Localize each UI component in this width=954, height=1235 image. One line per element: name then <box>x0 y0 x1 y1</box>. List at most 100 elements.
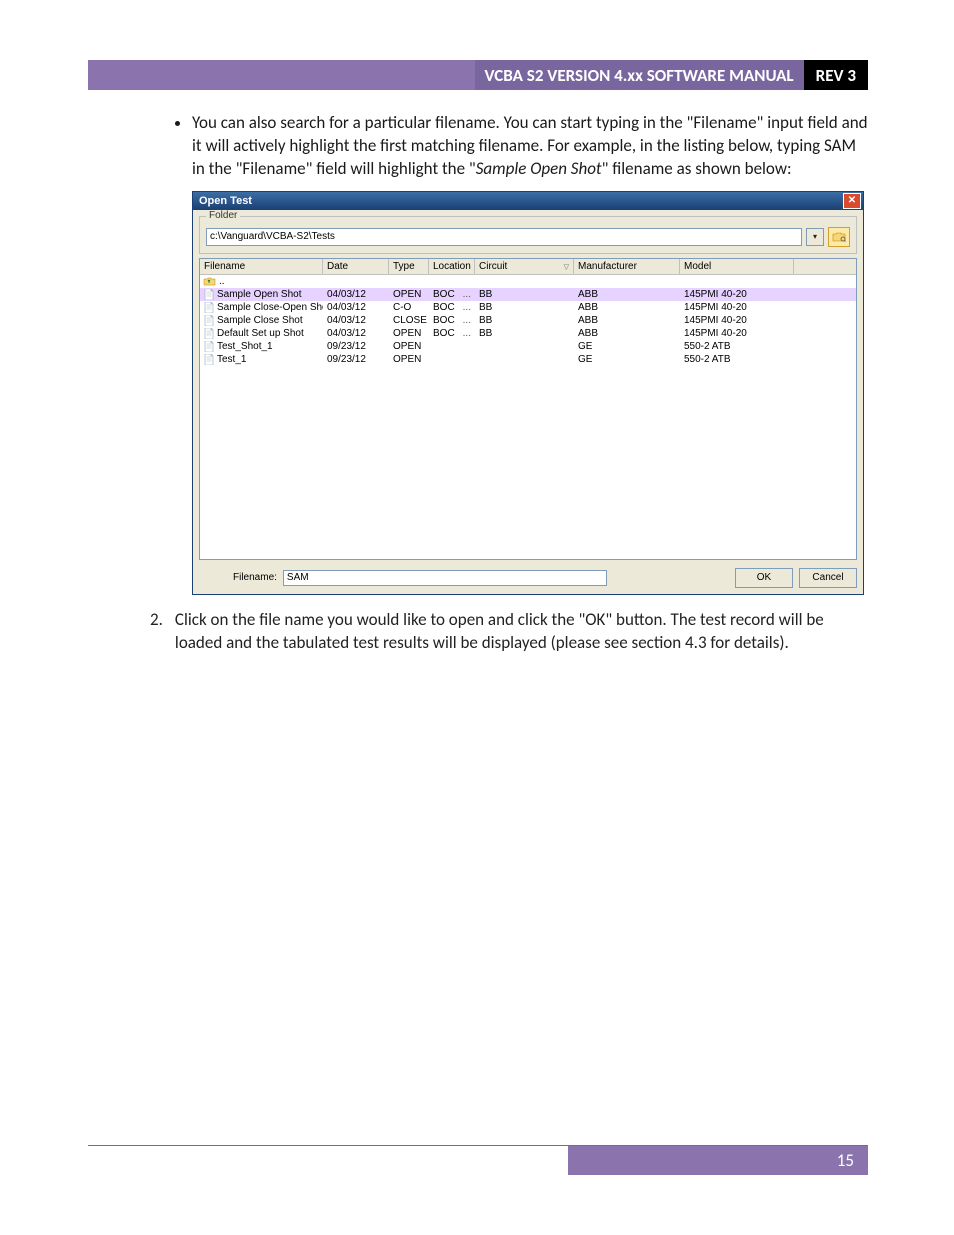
cell: 04/03/12 <box>323 327 389 340</box>
cell-text: 145PMI 40-20 <box>684 328 747 339</box>
file-grid: Filename Date Type Location Circuit ▽ Ma… <box>199 258 857 560</box>
cell-text: 04/03/12 <box>327 289 366 300</box>
folder-path-input[interactable]: c:\Vanguard\VCBA-S2\Tests <box>206 228 802 246</box>
filename-label: Filename: <box>233 572 277 583</box>
dialog-title: Open Test <box>199 195 252 207</box>
cell-text: 04/03/12 <box>327 315 366 326</box>
doc-header: VCBA S2 VERSION 4.xx SOFTWARE MANUAL REV… <box>88 60 868 90</box>
table-row[interactable]: Sample Close Shot04/03/12CLOSEBOC...BBAB… <box>200 314 856 327</box>
cell <box>429 358 475 360</box>
table-row[interactable]: Default Set up Shot04/03/12OPENBOC...BBA… <box>200 327 856 340</box>
cell: GE <box>574 340 680 353</box>
col-header-manufacturer[interactable]: Manufacturer <box>574 259 680 274</box>
col-header-location[interactable]: Location <box>429 259 475 274</box>
cell: BB <box>475 288 574 301</box>
cell <box>475 358 574 360</box>
content: You can also search for a particular fil… <box>150 112 868 655</box>
cell-text: BOC <box>433 328 455 339</box>
doc-title: VCBA S2 VERSION 4.xx SOFTWARE MANUAL <box>475 60 804 90</box>
file-icon <box>204 328 214 339</box>
col-header-spacer <box>794 259 856 274</box>
table-row[interactable]: Test_109/23/12 OPEN GE 550-2 ATB <box>200 353 856 366</box>
footer-line: 15 <box>88 1145 868 1175</box>
close-icon[interactable]: ✕ <box>843 193 861 209</box>
cell: 145PMI 40-20 <box>680 288 794 301</box>
col-header-type[interactable]: Type <box>389 259 429 274</box>
cell: Test_1 <box>200 353 323 366</box>
page-number: 15 <box>568 1146 868 1175</box>
cell: OPEN <box>389 340 429 353</box>
file-icon <box>204 302 214 313</box>
bullet-list: You can also search for a particular fil… <box>150 112 868 181</box>
header-fill <box>142 60 475 90</box>
footer: 15 <box>88 1145 868 1175</box>
col-header-model[interactable]: Model <box>680 259 794 274</box>
cell <box>794 319 856 321</box>
cell-text: Sample Close-Open Shot <box>217 302 323 313</box>
cell <box>794 358 856 360</box>
cell-text: 550-2 ATB <box>684 341 731 352</box>
cancel-button[interactable]: Cancel <box>799 568 857 588</box>
table-row[interactable]: Sample Open Shot04/03/12OPENBOC...BBABB1… <box>200 288 856 301</box>
chevron-down-icon[interactable]: ▾ <box>806 228 824 246</box>
grid-header: Filename Date Type Location Circuit ▽ Ma… <box>200 259 856 275</box>
step-number: 2. <box>150 609 163 655</box>
cell-text: GE <box>578 341 592 352</box>
table-row[interactable]: Sample Close-Open Shot04/03/12C-OBOC...B… <box>200 301 856 314</box>
cell-text: GE <box>578 354 592 365</box>
col-header-circuit[interactable]: Circuit ▽ <box>475 259 574 274</box>
folder-legend: Folder <box>206 210 240 221</box>
cell-text: 550-2 ATB <box>684 354 731 365</box>
cell: BB <box>475 301 574 314</box>
page: VCBA S2 VERSION 4.xx SOFTWARE MANUAL REV… <box>0 0 954 1235</box>
folder-up-icon <box>203 276 216 287</box>
cell-text: ... <box>463 328 471 339</box>
col-header-filename[interactable]: Filename <box>200 259 323 274</box>
cell: Sample Close Shot <box>200 314 323 327</box>
cell-text: 04/03/12 <box>327 328 366 339</box>
cell: 04/03/12 <box>323 314 389 327</box>
cell-text: ... <box>463 289 471 300</box>
cell-text: OPEN <box>393 341 421 352</box>
cell: 04/03/12 <box>323 288 389 301</box>
filename-input[interactable] <box>283 570 607 586</box>
cell-text: ABB <box>578 302 598 313</box>
cell: 145PMI 40-20 <box>680 314 794 327</box>
up-folder-row[interactable]: .. <box>200 275 856 288</box>
bullet-text-italic: Sample Open Shot <box>476 158 602 179</box>
cell: 09/23/12 <box>323 353 389 366</box>
cell: ABB <box>574 288 680 301</box>
cell: 145PMI 40-20 <box>680 301 794 314</box>
cell: BOC... <box>429 301 475 314</box>
dialog-titlebar[interactable]: Open Test ✕ <box>193 192 863 210</box>
cell: OPEN <box>389 288 429 301</box>
cell-text: BB <box>479 289 492 300</box>
cell-text: CLOSE <box>393 315 427 326</box>
cell: 550-2 ATB <box>680 353 794 366</box>
cell <box>475 345 574 347</box>
cell-text: BB <box>479 328 492 339</box>
col-header-date[interactable]: Date <box>323 259 389 274</box>
cell-text: 04/03/12 <box>327 302 366 313</box>
cell-text: 145PMI 40-20 <box>684 302 747 313</box>
cell: 550-2 ATB <box>680 340 794 353</box>
cell-text: Default Set up Shot <box>217 328 304 339</box>
ok-button[interactable]: OK <box>735 568 793 588</box>
cell-text: OPEN <box>393 354 421 365</box>
cell <box>794 306 856 308</box>
cell: BOC... <box>429 314 475 327</box>
browse-folder-icon[interactable] <box>828 227 850 247</box>
header-accent <box>88 60 142 90</box>
grid-body: .. Sample Open Shot04/03/12OPENBOC...BBA… <box>200 275 856 366</box>
cell: Sample Close-Open Shot <box>200 301 323 314</box>
cell-text: ABB <box>578 328 598 339</box>
doc-revision: REV 3 <box>804 60 868 90</box>
cell <box>794 332 856 334</box>
cell: Default Set up Shot <box>200 327 323 340</box>
cell-text: Sample Close Shot <box>217 315 303 326</box>
cell: BOC... <box>429 327 475 340</box>
dialog-screenshot: Open Test ✕ Folder c:\Vanguard\VCBA-S2\T… <box>192 191 868 595</box>
file-icon <box>204 341 214 352</box>
up-folder-label: .. <box>219 276 225 287</box>
table-row[interactable]: Test_Shot_109/23/12OPENGE550-2 ATB <box>200 340 856 353</box>
